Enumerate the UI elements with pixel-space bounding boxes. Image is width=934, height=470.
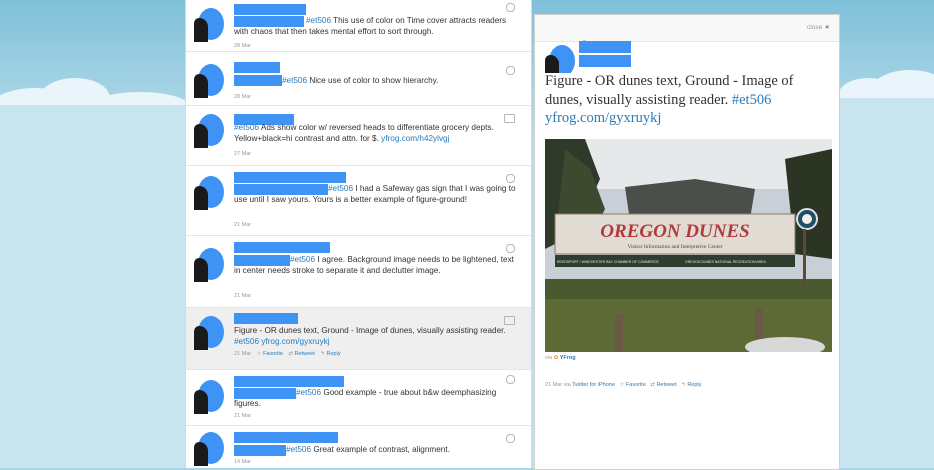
- tweet-date[interactable]: 28 Mar: [234, 43, 251, 49]
- hashtag-link[interactable]: #et506: [234, 337, 259, 346]
- tweet-actions: 21 Mar ☆ Favorite ⇄ Retweet ↰ Reply: [234, 351, 345, 357]
- sign-subtitle-text: Visitor Information and Interpretive Cen…: [628, 243, 723, 250]
- avatar[interactable]: [194, 62, 226, 98]
- redacted-username: [234, 62, 280, 73]
- tweet-item-selected[interactable]: Figure - OR dunes text, Ground - Image o…: [186, 308, 531, 370]
- retweet-button[interactable]: ⇄ Retweet: [650, 382, 676, 388]
- avatar[interactable]: [194, 314, 226, 350]
- sign-title-text: OREGON DUNES: [600, 221, 749, 242]
- favorite-button[interactable]: ☆ Favorite: [619, 382, 645, 388]
- tweet-link[interactable]: yfrog.com/gyxruykj: [261, 337, 329, 346]
- tweet-text: #et506 I had a Safeway gas sign that I w…: [234, 184, 516, 204]
- conversation-icon[interactable]: [506, 174, 515, 183]
- hashtag-link[interactable]: #et506: [296, 388, 321, 397]
- detail-tweet-text: Figure - OR dunes text, Ground - Image o…: [545, 73, 794, 126]
- tweet-detail-panel: close× @ Figure - OR dunes text, Ground …: [534, 14, 840, 470]
- close-icon: ×: [825, 24, 829, 31]
- conversation-icon[interactable]: [506, 434, 515, 443]
- tweet-date[interactable]: 27 Mar: [234, 151, 251, 157]
- redacted-username: [234, 172, 346, 183]
- close-button[interactable]: close ×: [807, 24, 829, 31]
- image-icon[interactable]: [504, 316, 515, 325]
- redacted-username: [579, 41, 631, 53]
- hashtag-link[interactable]: #et506: [328, 184, 353, 193]
- dunes-sign-photo: OREGON DUNES Visitor Information and Int…: [545, 139, 832, 352]
- tweet-link[interactable]: yfrog.com/gyxruykj: [545, 110, 661, 126]
- redacted-username: [579, 55, 631, 67]
- tweet-link[interactable]: yfrog.com/h42ylvgj: [381, 134, 449, 143]
- reply-button[interactable]: ↰ Reply: [320, 351, 340, 357]
- hashtag-link[interactable]: #et506: [732, 92, 771, 108]
- tweet-item[interactable]: #et506 I agree. Background image needs t…: [186, 236, 531, 308]
- tweet-date[interactable]: 21 Mar: [234, 351, 251, 357]
- hashtag-link[interactable]: #et506: [282, 76, 307, 85]
- tweet-stream[interactable]: #et506 This use of color on Time cover a…: [185, 0, 532, 468]
- avatar[interactable]: [194, 378, 226, 414]
- hashtag-link[interactable]: #et506: [234, 123, 259, 132]
- attached-photo[interactable]: OREGON DUNES Visitor Information and Int…: [545, 139, 832, 352]
- hashtag-link[interactable]: #et506: [286, 445, 311, 454]
- yfrog-icon: ✿: [553, 355, 559, 361]
- favorite-button[interactable]: ☆ Favorite: [257, 351, 283, 357]
- tweet-text: #et506 This use of color on Time cover a…: [234, 16, 507, 36]
- conversation-icon[interactable]: [506, 244, 515, 253]
- tweet-item[interactable]: #et506 This use of color on Time cover a…: [186, 0, 531, 52]
- tweet-item[interactable]: #et506 Good example - true about b&w dee…: [186, 370, 531, 426]
- tweet-text: #et506 Ads show color w/ reversed heads …: [234, 123, 494, 143]
- hashtag-link[interactable]: #et506: [306, 16, 331, 25]
- tweet-item[interactable]: #et506 Great example of contrast, alignm…: [186, 426, 531, 468]
- sign-right-text: OREGON DUNES NATIONAL RECREATION AREA: [685, 260, 767, 264]
- avatar[interactable]: [194, 246, 226, 282]
- cloud: [0, 105, 190, 468]
- redacted-username: [234, 313, 298, 324]
- tweet-text: #et506 Nice use of color to show hierarc…: [282, 76, 439, 85]
- avatar[interactable]: [194, 6, 226, 42]
- redacted-username: [234, 242, 330, 253]
- tweet-date[interactable]: 21 Mar: [234, 293, 251, 299]
- tweet-text: Figure - OR dunes text, Ground - Image o…: [234, 326, 506, 346]
- tweet-text: #et506 I agree. Background image needs t…: [234, 255, 514, 275]
- sign-left-text: REEDSPORT / WINCHESTER BAY CHAMBER OF CO…: [557, 260, 660, 264]
- tweet-item[interactable]: #et506 I had a Safeway gas sign that I w…: [186, 166, 531, 236]
- tweet-item[interactable]: #et506 Ads show color w/ reversed heads …: [186, 106, 531, 166]
- yfrog-link[interactable]: YFrog: [560, 355, 576, 361]
- tweet-date[interactable]: 21 Mar: [234, 222, 251, 228]
- detail-header: [535, 15, 839, 42]
- tweet-date[interactable]: 14 Mar: [234, 459, 251, 465]
- hashtag-link[interactable]: #et506: [290, 255, 315, 264]
- redacted-username: [234, 432, 338, 443]
- avatar[interactable]: [194, 174, 226, 210]
- tweet-date[interactable]: 28 Mar: [234, 94, 251, 100]
- avatar[interactable]: [194, 430, 226, 466]
- image-icon[interactable]: [504, 114, 515, 123]
- via-source: via ✿ YFrog: [545, 355, 576, 361]
- retweet-button[interactable]: ⇄ Retweet: [289, 351, 315, 357]
- avatar[interactable]: [194, 112, 226, 148]
- tweet-text: #et506 Great example of contrast, alignm…: [286, 445, 450, 454]
- source-link[interactable]: Twitter for iPhone: [572, 382, 615, 388]
- tweet-item[interactable]: #et506 Nice use of color to show hierarc…: [186, 52, 531, 106]
- conversation-icon[interactable]: [506, 375, 515, 384]
- redacted-username: [234, 376, 344, 387]
- detail-actions: 21 Mar via Twitter for iPhone ☆ Favorite…: [545, 382, 702, 388]
- tweet-text: #et506 Good example - true about b&w dee…: [234, 388, 497, 408]
- tweet-date[interactable]: 21 Mar: [234, 413, 251, 419]
- reply-button[interactable]: ↰ Reply: [681, 382, 701, 388]
- cloud: [838, 98, 934, 468]
- avatar[interactable]: [545, 43, 575, 73]
- redacted-username: [234, 4, 306, 15]
- conversation-icon[interactable]: [506, 3, 515, 12]
- conversation-icon[interactable]: [506, 66, 515, 75]
